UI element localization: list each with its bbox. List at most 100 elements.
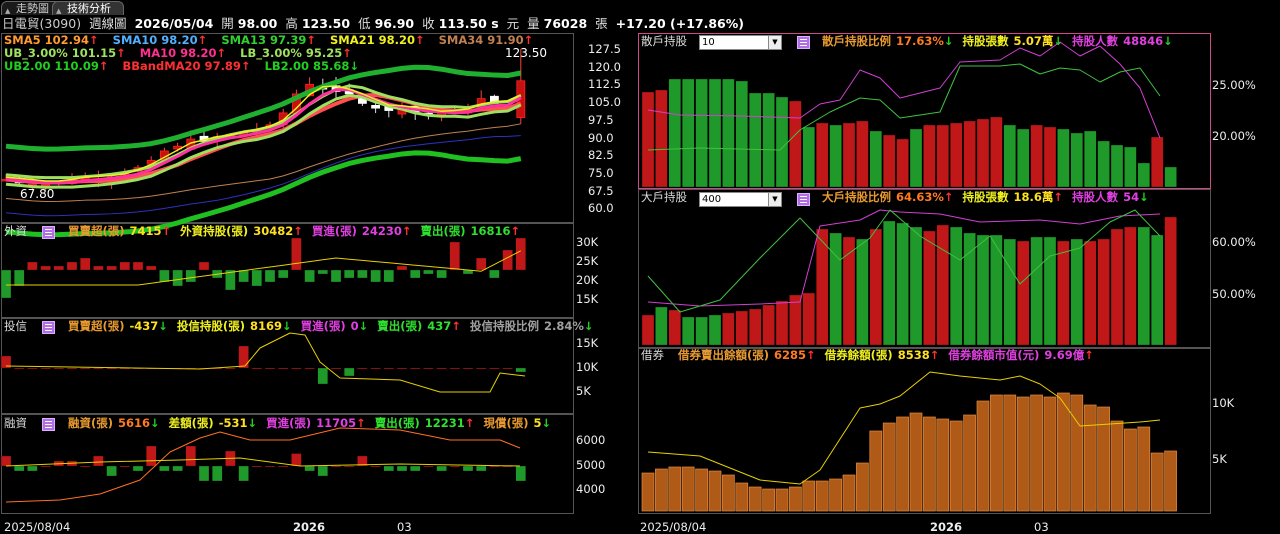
- holding-bar: [1124, 226, 1137, 346]
- legend-item: 64.63%: [896, 190, 944, 204]
- legend-item: 437: [427, 319, 452, 333]
- y-tick-label: 5K: [576, 384, 591, 398]
- lending-bar: [668, 466, 682, 512]
- lending-bar: [1030, 394, 1043, 512]
- bar: [185, 445, 196, 467]
- legend-item: 持股張數: [962, 34, 1009, 48]
- holding-bar: [695, 316, 708, 346]
- menu-icon[interactable]: [42, 418, 55, 431]
- bar: [132, 465, 144, 472]
- bar: [0, 269, 12, 299]
- major-level-select[interactable]: 400 ▼: [699, 192, 782, 207]
- bar: [278, 269, 289, 279]
- lending-bar: [1083, 404, 1097, 512]
- lending-bar: [1164, 450, 1177, 512]
- bar: [304, 269, 315, 283]
- lending-bar: [949, 420, 963, 512]
- holding-bar: [655, 89, 668, 188]
- holding-bar: [1017, 240, 1030, 346]
- bar: [40, 465, 51, 468]
- arrow-up-icon: ↑: [89, 33, 99, 47]
- arrow-up-icon: ↑: [306, 33, 316, 47]
- arrow-up-icon: ↑: [342, 46, 352, 60]
- holding-bar: [883, 134, 896, 188]
- menu-icon[interactable]: [42, 321, 55, 334]
- bar: [344, 367, 355, 377]
- holding-bar: [1003, 238, 1016, 346]
- holding-bar: [762, 92, 775, 188]
- bar: [396, 265, 408, 271]
- holding-bar: [1043, 126, 1057, 188]
- bar: [370, 367, 381, 370]
- bar: [225, 367, 236, 370]
- holding-bar: [1084, 240, 1097, 346]
- legend-item: 17.63%: [896, 34, 944, 48]
- menu-icon[interactable]: [42, 226, 55, 239]
- bar: [396, 367, 408, 370]
- y-tick-label: 5000: [576, 457, 606, 472]
- bar: [515, 465, 526, 482]
- lending-bar: [1043, 396, 1057, 512]
- holding-bar: [950, 226, 963, 346]
- holding-bar: [1043, 236, 1057, 346]
- arrow-down-icon: ↓: [281, 319, 292, 333]
- bar: [410, 367, 421, 370]
- holding-bar: [641, 91, 655, 188]
- holding-bar: [1151, 234, 1164, 346]
- legend-item: 持股人數: [1072, 190, 1119, 204]
- arrow-down-icon: ↓: [358, 319, 369, 333]
- lending-bar: [775, 488, 789, 512]
- trust-legend: 買賣超(張) -437↓ 投信持股(張) 8169↓ 買進(張) 0↓ 賣出(張) 437↑ 投…: [68, 320, 603, 333]
- arrow-up-icon: ↑: [523, 33, 534, 47]
- lending-bar: [735, 482, 749, 512]
- holding-bar: [1137, 162, 1150, 188]
- bar: [330, 465, 342, 468]
- bar: [93, 455, 104, 467]
- holding-bar: [775, 96, 789, 188]
- y-tick-label: 10K: [1212, 396, 1235, 410]
- arrow-down-icon: ↓: [1139, 190, 1149, 204]
- major-select-value: 400: [702, 194, 722, 205]
- arrow-down-icon: ↓: [541, 416, 552, 430]
- y-tick-label: 5K: [1212, 452, 1227, 466]
- legend-item: 持股人數: [1072, 34, 1119, 48]
- legend-item: 投信持股比例: [469, 319, 539, 333]
- lending-bar: [802, 480, 816, 512]
- y-tick-label: 10K: [576, 360, 599, 374]
- menu-icon[interactable]: [797, 36, 810, 49]
- y-tick-label: 20K: [576, 273, 599, 287]
- x-label-month-right: 03: [1034, 520, 1049, 534]
- lending-bar: [815, 480, 829, 512]
- bar: [396, 465, 408, 472]
- y-tick-label: 20.00%: [1212, 129, 1256, 143]
- y-tick-label: 120.0: [588, 59, 621, 74]
- bar: [119, 465, 130, 468]
- bar: [132, 261, 144, 271]
- legend-item: 2.84%: [543, 319, 584, 333]
- lending-legend: 借券賣出餘額(張) 6285↑ 借券餘額(張) 8538↑ 借券餘額市值(元) 9.69億…: [678, 349, 1103, 362]
- holding-bar: [1124, 146, 1137, 188]
- retail-level-select[interactable]: 10 ▼: [699, 35, 782, 50]
- bar: [436, 269, 447, 279]
- foreign-title: 外資: [4, 224, 27, 238]
- arrow-up-icon: ↑: [943, 190, 954, 204]
- bar: [106, 465, 117, 477]
- lending-bar: [829, 478, 842, 512]
- legend-item: 7415: [129, 224, 162, 238]
- holding-bar: [896, 138, 909, 188]
- bar: [238, 465, 249, 482]
- menu-icon[interactable]: [797, 193, 810, 206]
- bar: [357, 269, 368, 279]
- holding-bar: [936, 124, 949, 188]
- bar: [264, 269, 276, 283]
- holding-bar: [682, 316, 695, 346]
- y-tick-label: 50.00%: [1212, 287, 1256, 301]
- bar: [53, 265, 64, 271]
- legend-item: 48846: [1123, 34, 1164, 48]
- bar: [146, 445, 157, 467]
- bar: [462, 465, 474, 472]
- arrow-up-icon: ↑: [510, 224, 521, 238]
- holding-bar: [1084, 130, 1097, 188]
- legend-item: SMA5 102.94: [4, 33, 90, 47]
- legend-item: 持股張數: [962, 190, 1009, 204]
